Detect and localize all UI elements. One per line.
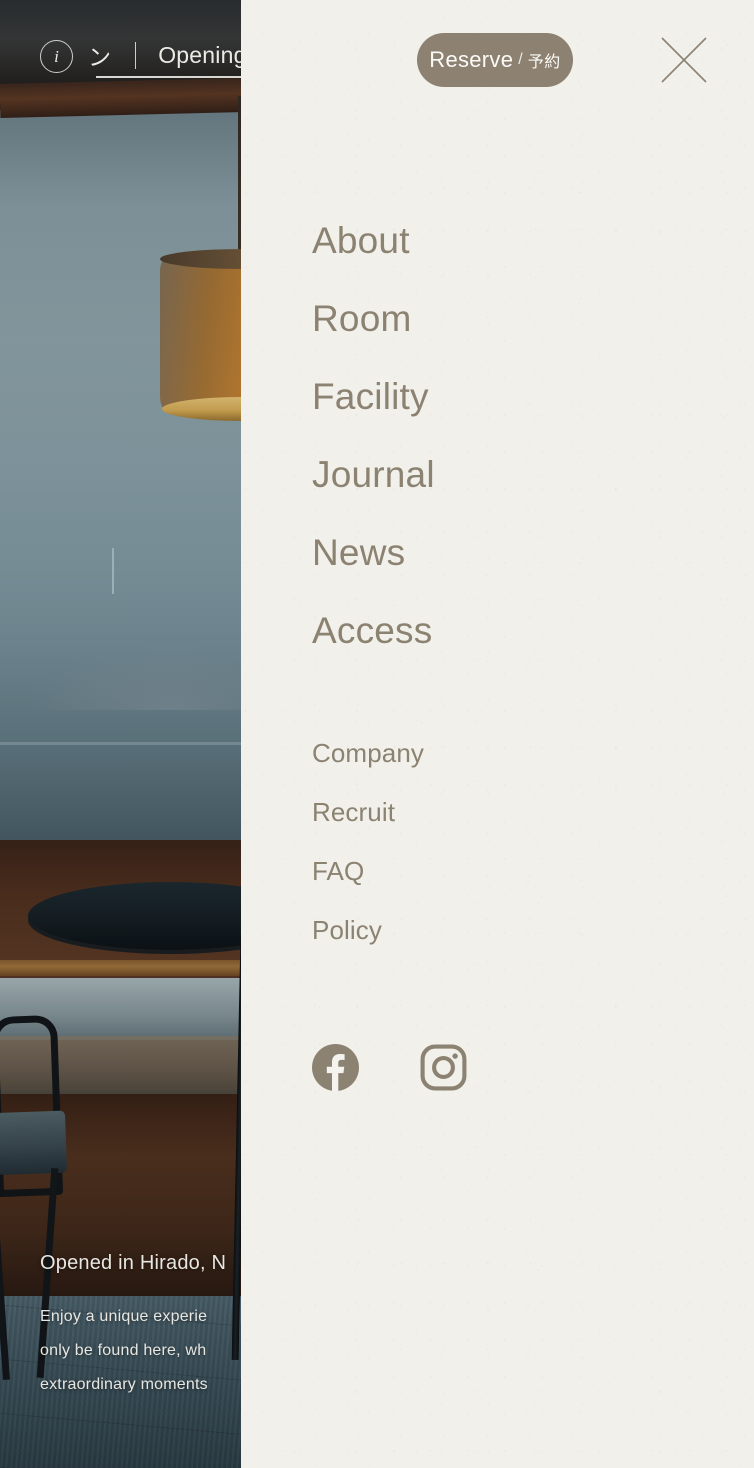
info-circle-icon[interactable]: i bbox=[40, 40, 73, 73]
nav-item-access[interactable]: Access bbox=[312, 612, 732, 690]
nav-item-policy[interactable]: Policy bbox=[312, 917, 732, 976]
reserve-button[interactable]: Reserve / 予約 bbox=[417, 33, 573, 87]
nav-item-company[interactable]: Company bbox=[312, 740, 732, 799]
marquee-segment-english: Opening bbox=[158, 41, 247, 68]
nav-item-journal[interactable]: Journal bbox=[312, 456, 732, 534]
reserve-label-ja: 予約 bbox=[527, 54, 561, 71]
nav-item-facility[interactable]: Facility bbox=[312, 378, 732, 456]
reserve-label-en: Reserve bbox=[429, 47, 514, 72]
nav-item-room[interactable]: Room bbox=[312, 300, 732, 378]
nav-item-news[interactable]: News bbox=[312, 534, 732, 612]
nav-item-recruit[interactable]: Recruit bbox=[312, 799, 732, 858]
primary-navigation: About Room Facility Journal News Access bbox=[312, 222, 732, 690]
marquee-segment-japanese: ン bbox=[88, 44, 112, 70]
nav-item-faq[interactable]: FAQ bbox=[312, 858, 732, 917]
secondary-navigation: Company Recruit FAQ Policy bbox=[312, 740, 732, 976]
marquee-divider bbox=[135, 41, 137, 69]
instagram-icon[interactable] bbox=[420, 1044, 467, 1091]
social-links bbox=[312, 1044, 467, 1091]
nav-item-about[interactable]: About bbox=[312, 222, 732, 300]
menu-overlay-screen: i ン Opening Opened in Hirado, N Enjoy a … bbox=[0, 0, 754, 1468]
header-marquee[interactable]: ン Opening bbox=[88, 38, 249, 72]
close-icon[interactable] bbox=[656, 32, 712, 88]
facebook-icon[interactable] bbox=[312, 1044, 359, 1091]
menu-panel: Reserve / 予約 About Room Facility Journal… bbox=[241, 0, 754, 1468]
menu-panel-header: Reserve / 予約 bbox=[241, 0, 754, 118]
reserve-label-separator: / bbox=[518, 51, 523, 68]
